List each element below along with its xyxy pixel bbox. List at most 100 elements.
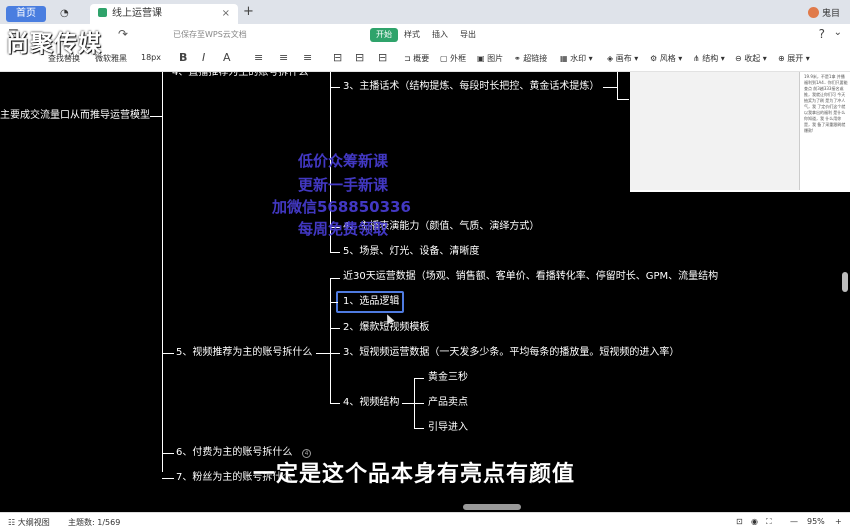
outer-frame-label: 外框 <box>450 54 467 63</box>
hyperlink-label: 超链接 <box>523 54 548 63</box>
topic-5-4-a[interactable]: 黄金三秒 <box>428 371 468 385</box>
connector <box>162 453 174 454</box>
connector <box>330 278 331 404</box>
structure-icon: ⋔ <box>693 54 703 63</box>
align-center-icon[interactable]: ≡ <box>279 51 288 64</box>
menu-export[interactable]: 导出 <box>460 29 476 40</box>
italic-button[interactable]: I <box>202 51 205 64</box>
summary-label: 概要 <box>413 54 430 63</box>
connector <box>150 116 162 117</box>
connector <box>603 87 617 88</box>
hyperlink-button[interactable]: ⚭ 超链接 <box>514 53 547 64</box>
font-size-select[interactable]: 18px <box>141 53 161 62</box>
tab-close-icon[interactable]: × <box>222 4 230 24</box>
topic-5-4[interactable]: 4、视频结构 <box>343 396 399 410</box>
connector <box>330 278 340 279</box>
frame-icon: ▢ <box>440 54 451 63</box>
topic-4-3[interactable]: 3、主播话术（结构提炼、每段时长把控、黄金话术提炼） <box>343 80 599 94</box>
user-name: 鬼目 <box>821 9 840 19</box>
tab-daoke[interactable]: ◔ 稻壳 <box>52 4 88 39</box>
toolbar: 查找替换 微软雅黑 18px B I A ≡ ≡ ≡ ⊟ ⊟ ⊟ ⊐ 概要 ▢ … <box>0 46 850 72</box>
fold-label: 收起 <box>744 54 761 63</box>
style-icon: ⚙ <box>650 54 660 63</box>
topic-5-data[interactable]: 近30天运营数据（场观、销售额、客单价、看播转化率、停留时长、GPM、流量结构 <box>343 270 718 284</box>
align-left-icon[interactable]: ≡ <box>254 51 263 64</box>
style-button[interactable]: ⚙ 风格 ▾ <box>650 53 682 64</box>
structure-button[interactable]: ⋔ 结构 ▾ <box>693 53 725 64</box>
tab-document[interactable]: 线上运营课 × <box>90 4 238 24</box>
menu-insert[interactable]: 插入 <box>432 29 448 40</box>
promo-line-3: 加微信568850336 <box>272 198 411 216</box>
bold-button[interactable]: B <box>179 51 187 64</box>
user-account[interactable]: 鬼目 <box>807 6 840 19</box>
video-subtitle: 一定是这个品本身有亮点有颜值 <box>253 462 576 487</box>
topic-5-4-c[interactable]: 引导进入 <box>428 421 468 435</box>
topic-5-3[interactable]: 3、短视频运营数据（一天发多少条。平均每条的播放量。短视频的进入率） <box>343 346 679 360</box>
image-icon: ▣ <box>477 54 488 63</box>
tab-bar: 首页 ◔ 稻壳 线上运营课 × + 鬼目 <box>0 0 850 39</box>
mindmap-canvas[interactable]: 主要成交流量口从而推导运营模型 4、直播推荐为主的账号拆什么 3、主播话术（结构… <box>0 72 850 512</box>
menu-start[interactable]: 开始 <box>370 28 398 42</box>
tab-document-label: 线上运营课 <box>112 8 162 19</box>
connector <box>617 99 629 100</box>
fit-screen-icon[interactable]: ⊡ <box>736 517 743 526</box>
watermark-button[interactable]: ▦ 水印 ▾ <box>560 53 593 64</box>
image-label: 图片 <box>487 54 504 63</box>
outline-view-button[interactable]: ☷ 大纲视图 <box>8 517 50 528</box>
topic-5-1[interactable]: 1、选品逻辑 <box>343 295 399 309</box>
summary-button[interactable]: ⊐ 概要 <box>404 53 429 64</box>
connector <box>162 353 174 354</box>
topic-5[interactable]: 5、视频推荐为主的账号拆什么 <box>176 346 312 360</box>
vertical-scrollbar[interactable] <box>842 272 848 292</box>
connector <box>162 72 163 472</box>
topic-5-2[interactable]: 2、爆款短视频模板 <box>343 321 429 335</box>
structure-label: 结构 <box>702 54 719 63</box>
help-icon[interactable]: ? <box>819 27 825 41</box>
unfold-icon: ⊕ <box>778 54 788 63</box>
font-color-button[interactable]: A <box>223 51 231 64</box>
collapse-ribbon-icon[interactable]: ⌄ <box>834 27 842 38</box>
insert-parent-topic-icon[interactable]: ⊟ <box>378 51 387 64</box>
connector <box>402 403 414 404</box>
zoom-out-button[interactable]: — <box>790 517 798 526</box>
zoom-level[interactable]: 95% <box>807 517 825 526</box>
connector <box>330 252 340 253</box>
image-button[interactable]: ▣ 图片 <box>477 53 503 64</box>
status-bar: ☷ 大纲视图 主题数: 1/569 ⊡ ◉ ⛶ — 95% + <box>0 512 850 530</box>
fullscreen-icon[interactable]: ⛶ <box>766 517 772 527</box>
tab-home[interactable]: 首页 <box>6 6 46 22</box>
connector <box>330 353 340 354</box>
connector <box>414 403 424 404</box>
summary-icon: ⊐ <box>404 54 414 63</box>
video-panel-text: 19.9米，不是1拿 并播福利到1A4.. 你们只要能查点 前3越333接名或 … <box>804 74 848 133</box>
canvas-button[interactable]: ◈ 画布 ▾ <box>607 53 638 64</box>
redo-icon[interactable]: ↷ <box>118 27 128 41</box>
topic-4[interactable]: 4、直播推荐为主的账号拆什么 <box>172 72 308 80</box>
insert-child-topic-icon[interactable]: ⊟ <box>333 51 342 64</box>
unfold-button[interactable]: ⊕ 展开 ▾ <box>778 53 810 64</box>
promo-line-2: 更新一手新课 <box>298 176 389 194</box>
connector <box>330 87 340 88</box>
topic-5-4-b[interactable]: 产品卖点 <box>428 396 468 410</box>
promo-line-4: 每周免费领取 <box>298 220 389 238</box>
root-topic[interactable]: 主要成交流量口从而推导运营模型 <box>0 109 150 123</box>
horizontal-scrollbar[interactable] <box>463 504 521 510</box>
eye-icon[interactable]: ◉ <box>751 517 758 526</box>
style-label: 风格 <box>659 54 676 63</box>
promo-line-1: 低价众筹新课 <box>298 152 389 170</box>
new-tab-button[interactable]: + <box>243 4 254 19</box>
connector <box>414 378 424 379</box>
outer-frame-button[interactable]: ▢ 外框 <box>440 53 466 64</box>
connector <box>162 478 174 479</box>
avatar <box>807 7 819 18</box>
menu-style[interactable]: 样式 <box>404 29 420 40</box>
zoom-in-button[interactable]: + <box>835 517 842 526</box>
topic-4-5[interactable]: 5、场景、灯光、设备、清晰度 <box>343 245 479 259</box>
align-right-icon[interactable]: ≡ <box>303 51 312 64</box>
watermark-logo: 尚聚传媒 <box>6 31 102 57</box>
fold-button[interactable]: ⊖ 收起 ▾ <box>735 53 767 64</box>
outline-view-label: 大纲视图 <box>17 518 50 527</box>
video-thumbnail <box>630 72 800 190</box>
insert-sibling-topic-icon[interactable]: ⊟ <box>355 51 364 64</box>
link-icon: ⚭ <box>514 54 524 63</box>
